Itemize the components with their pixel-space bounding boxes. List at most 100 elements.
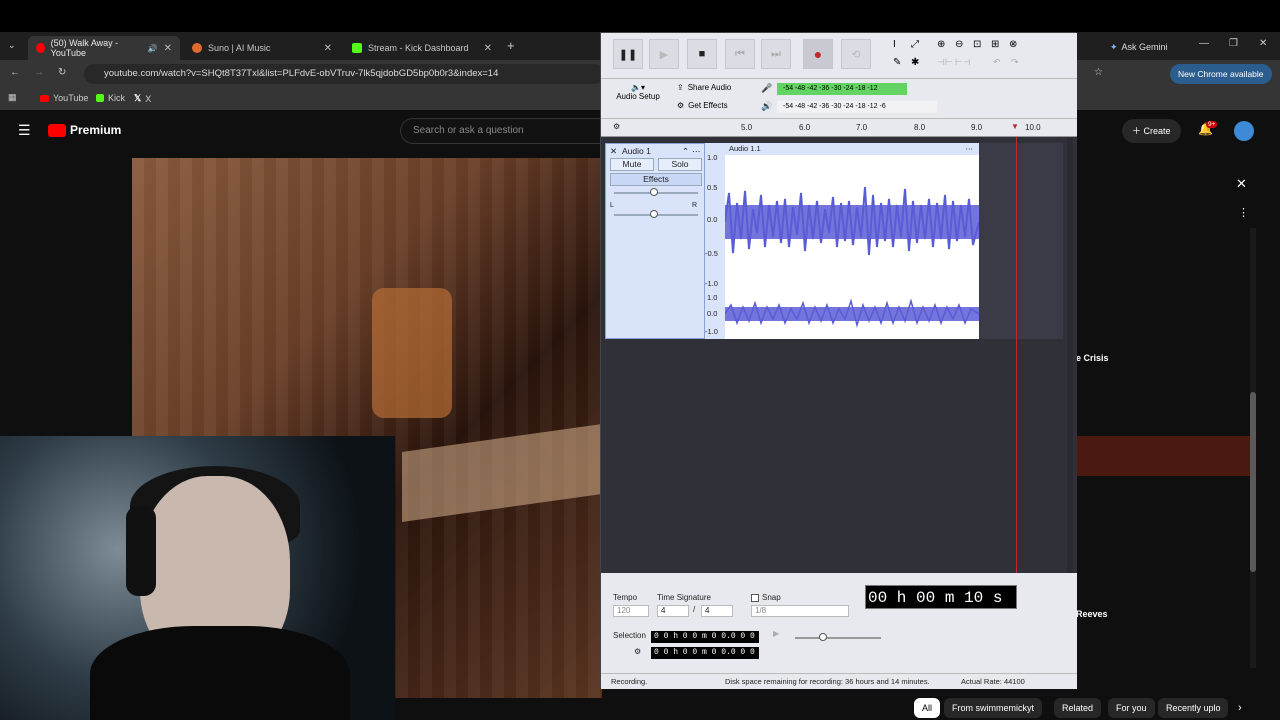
bookmark-kick[interactable]: Kick [96,93,125,103]
skip-end-icon: ⏭ [771,47,781,60]
track-name[interactable]: Audio 1 [622,146,651,156]
minimize-icon[interactable]: — [1199,38,1209,49]
clip-menu-icon[interactable]: ⋯ [966,143,974,155]
vertical-scrollbar[interactable] [1067,137,1073,573]
track-empty-region[interactable] [979,143,1063,339]
tab-list-icon[interactable]: ⌄ [8,40,16,51]
record-button[interactable]: ● [803,39,833,69]
mute-button[interactable]: Mute [610,158,654,171]
play-at-speed-icon[interactable]: ▶ [773,629,779,638]
selection-start-field[interactable]: 0 0 h 0 0 m 0 0.0 0 0 s [651,631,759,643]
undo-icon[interactable]: ↶ [993,57,1001,68]
effects-button[interactable]: Effects [610,173,702,186]
chevron-right-icon[interactable]: › [1238,702,1242,714]
fit-project-icon[interactable]: ⊞ [991,39,999,50]
close-panel-icon[interactable]: ✕ [1236,176,1247,192]
play-speed-slider[interactable] [795,637,881,639]
apps-icon[interactable]: ▦ [8,92,17,103]
tab-youtube[interactable]: (50) Walk Away - YouTube 🔊 ✕ [28,36,180,60]
solo-button[interactable]: Solo [658,158,702,171]
record-meter[interactable]: -54 -48 -42 -36 -30 -24 -18 -12 [777,83,907,95]
track-menu-icon[interactable]: ⋯ [692,146,701,157]
bookmark-x[interactable]: 𝕏 X [134,93,151,104]
trim-icon[interactable]: ⊣⊢ [937,57,953,68]
chip-for-you[interactable]: For you [1108,698,1155,718]
playlist-item-active[interactable] [1076,436,1250,476]
collapse-icon[interactable]: ⌃ [682,146,689,157]
skip-start-button[interactable]: ⏮ [725,39,755,69]
mic-icon: 🎤 [761,83,773,93]
loop-button[interactable]: ⟲ [841,39,871,69]
playback-meter[interactable]: -54 -48 -42 -36 -30 -24 -18 -12 -6 [777,101,937,113]
new-tab-icon[interactable]: + [507,38,515,53]
pause-button[interactable]: ❚❚ [613,39,643,69]
chip-all[interactable]: All [914,698,941,718]
close-tab-icon[interactable]: ✕ [164,43,172,54]
chip-related[interactable]: Related [1054,698,1102,718]
url-field[interactable]: youtube.com/watch?v=SHQt8T37Txl&list=PLF… [84,64,604,84]
gain-slider-handle[interactable] [650,188,658,196]
silence-icon[interactable]: ⊢⊣ [955,57,971,68]
scrollbar-thumb[interactable] [1250,392,1256,572]
redo-icon[interactable]: ↷ [1011,57,1019,68]
time-signature-numerator[interactable]: 4 [657,605,689,617]
loop-icon: ⟲ [851,48,861,61]
chip-recently-uploaded[interactable]: Recently uplo [1158,698,1228,718]
waveform-channel-bottom[interactable] [724,289,980,339]
ask-gemini-button[interactable]: ✦ Ask Gemini [1104,38,1174,56]
multi-tool-icon[interactable]: ✱ [911,57,919,68]
forward-icon[interactable]: → [34,67,44,78]
scale-tick: 0.0 [707,309,718,318]
chip-from-channel[interactable]: From swimmemickyt [944,698,1042,718]
tab-suno[interactable]: Suno | AI Music ✕ [184,36,340,60]
envelope-tool-icon[interactable]: ⤢ [911,39,919,50]
stop-button[interactable]: ■ [687,39,717,69]
clip-header[interactable]: Audio 1.1 ⋯ [725,143,979,155]
time-signature-denominator[interactable]: 4 [701,605,733,617]
reload-icon[interactable]: ↻ [58,67,66,78]
tempo-input[interactable]: 120 [613,605,649,617]
audio-setup-button[interactable]: 🔈▾ Audio Setup [613,83,663,101]
scrollbar[interactable] [1250,228,1256,668]
maximize-icon[interactable]: ❐ [1229,38,1238,49]
selection-end-field[interactable]: 0 0 h 0 0 m 0 0.0 0 0 s [651,647,759,659]
play-button[interactable]: ▶ [649,39,679,69]
snap-select[interactable]: 1/8 [751,605,849,617]
ruler-settings-icon[interactable]: ⚙ [613,122,620,131]
waveform-channel-top[interactable] [724,143,980,289]
selection-settings-icon[interactable]: ⚙ [634,647,641,656]
search-input[interactable]: Search or ask a question [400,118,600,144]
bookmark-star-icon[interactable]: ☆ [1094,67,1103,78]
zoom-in-icon[interactable]: ⊕ [937,39,945,50]
snap-checkbox[interactable]: Snap [751,593,781,602]
close-track-icon[interactable]: ✕ [610,146,617,157]
playhead-marker-icon[interactable]: ▼ [1011,122,1019,131]
skip-end-button[interactable]: ⏭ [761,39,791,69]
youtube-logo[interactable]: Premium [48,123,121,137]
playlist-item-title[interactable]: Reeves [1076,609,1108,619]
new-chrome-available-button[interactable]: New Chrome available [1170,64,1272,84]
time-display[interactable]: 00 h 00 m 10 s [865,585,1017,609]
close-tab-icon[interactable]: ✕ [324,43,332,54]
kick-icon [96,94,104,102]
menu-icon[interactable]: ☰ [18,122,31,139]
tab-kick[interactable]: Stream - Kick Dashboard ✕ [344,36,500,60]
close-window-icon[interactable]: ✕ [1259,38,1267,49]
draw-tool-icon[interactable]: ✎ [893,57,901,68]
pan-slider-handle[interactable] [650,210,658,218]
zoom-toggle-icon[interactable]: ⊗ [1009,39,1017,50]
close-tab-icon[interactable]: ✕ [484,43,492,54]
get-effects-button[interactable]: ⚙ Get Effects [677,101,728,110]
youtube-icon [40,94,49,102]
play-speed-handle[interactable] [819,633,827,641]
more-options-icon[interactable]: ⋮ [1238,206,1249,219]
share-audio-button[interactable]: ⇪ Share Audio [677,83,731,92]
playlist-item-title[interactable]: e Crisis [1076,353,1109,363]
fit-selection-icon[interactable]: ⊡ [973,39,981,50]
zoom-out-icon[interactable]: ⊖ [955,39,963,50]
back-icon[interactable]: ← [10,67,20,78]
speaker-icon[interactable]: 🔊 [148,44,158,53]
timeline-ruler[interactable]: ⚙ 5.0 6.0 7.0 8.0 9.0 ▼ 10.0 [601,119,1077,137]
selection-tool-icon[interactable]: I [893,39,896,50]
bookmark-youtube[interactable]: YouTube [40,93,88,103]
